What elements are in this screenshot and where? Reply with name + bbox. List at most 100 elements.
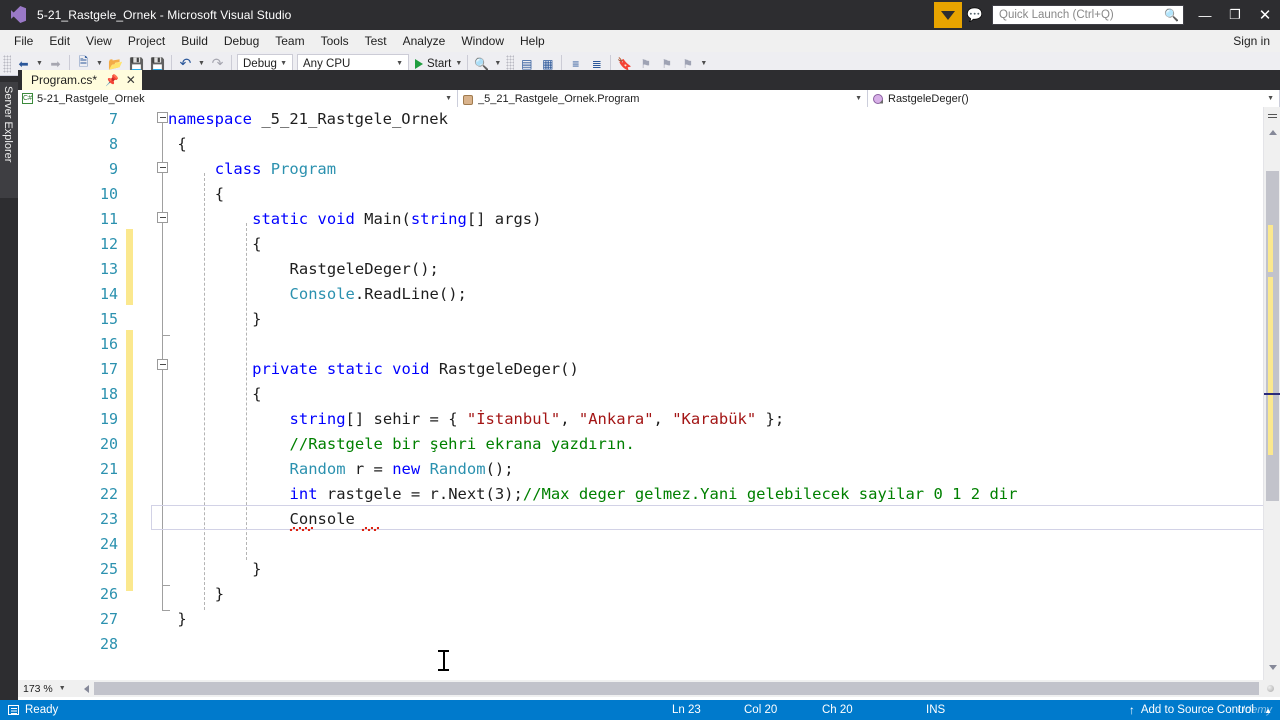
code-line-text: Console.ReadLine();	[290, 282, 467, 307]
add-to-source-control-button[interactable]: ↑ Add to Source Control	[1129, 703, 1254, 717]
feedback-icon[interactable]: 💬	[962, 2, 988, 28]
code-token: static	[326, 360, 383, 378]
code-token: Console	[289, 510, 355, 528]
code-line[interactable]: 15}	[18, 307, 1263, 332]
code-line[interactable]: 22 int rastgele = r.Next(3);//Max deger g…	[18, 482, 1263, 507]
navbar-project-value: 5-21_Rastgele_Ornek	[37, 92, 145, 105]
tab-program-cs[interactable]: Program.cs* 📌 ✕	[22, 70, 142, 90]
quick-launch-placeholder: Quick Launch (Ctrl+Q)	[999, 9, 1114, 21]
code-line[interactable]: 11 static void Main(string[] args)	[18, 207, 1263, 232]
minimize-button[interactable]: —	[1190, 0, 1220, 30]
code-token: [] sehir = {	[345, 410, 467, 428]
code-line[interactable]: 21 Random r = new Random();	[18, 457, 1263, 482]
funnel-icon[interactable]	[934, 2, 962, 34]
horizontal-scroll-thumb[interactable]	[94, 682, 1259, 695]
code-line[interactable]: 18 {	[18, 382, 1263, 407]
sidebar-item-server-explorer[interactable]: Server Explorer	[0, 82, 18, 198]
quick-launch-input[interactable]: Quick Launch (Ctrl+Q) 🔍	[992, 5, 1184, 25]
chevron-up-icon[interactable]: ▲	[1264, 706, 1272, 715]
code-line[interactable]: 26}	[18, 582, 1263, 607]
code-token: "Karabük"	[672, 410, 757, 428]
scroll-up-icon[interactable]	[1264, 124, 1280, 140]
title-bar-right-group: 💬 Quick Launch (Ctrl+Q) 🔍 — ❐ ✕	[934, 0, 1280, 34]
undo-dropdown-icon[interactable]: ▼	[196, 60, 207, 67]
menu-item-edit[interactable]: Edit	[41, 32, 78, 50]
menu-item-debug[interactable]: Debug	[216, 32, 267, 50]
zoom-level-dropdown[interactable]: 173 % ▼	[18, 680, 78, 697]
menu-item-build[interactable]: Build	[173, 32, 216, 50]
menu-item-help[interactable]: Help	[512, 32, 553, 50]
menu-item-file[interactable]: File	[6, 32, 41, 50]
add-to-source-control-label: Add to Source Control	[1140, 704, 1254, 716]
code-line[interactable]: 19 string[] sehir = { "İstanbul", "Ankara…	[18, 407, 1263, 432]
line-number: 14	[99, 285, 118, 303]
restore-button[interactable]: ❐	[1220, 0, 1250, 30]
menu-item-project[interactable]: Project	[120, 32, 173, 50]
line-number: 26	[99, 585, 118, 603]
navbar-project-dropdown[interactable]: C# 5-21_Rastgele_Ornek ▼	[18, 90, 458, 107]
close-icon[interactable]: ✕	[126, 73, 136, 87]
code-line[interactable]: 8{	[18, 132, 1263, 157]
status-bar: Ready Ln 23 Col 20 Ch 20 INS ↑ Add to So…	[0, 700, 1280, 720]
status-line-number: Ln 23	[672, 704, 701, 716]
split-view-icon[interactable]	[1264, 107, 1280, 122]
code-line[interactable]: 25}	[18, 557, 1263, 582]
new-project-dropdown-icon[interactable]: ▼	[94, 60, 105, 67]
code-line[interactable]: 9 class Program	[18, 157, 1263, 182]
code-line[interactable]: 16	[18, 332, 1263, 357]
menu-item-team[interactable]: Team	[267, 32, 312, 50]
chevron-down-icon: ▼	[396, 60, 403, 67]
line-number: 23	[99, 510, 118, 528]
navigate-back-dropdown-icon[interactable]: ▼	[34, 60, 45, 67]
method-icon	[872, 93, 884, 105]
line-number: 27	[99, 610, 118, 628]
status-column-number: Col 20	[744, 704, 778, 716]
menu-item-view[interactable]: View	[78, 32, 120, 50]
menu-item-test[interactable]: Test	[357, 32, 395, 50]
scroll-down-icon[interactable]	[1264, 659, 1280, 675]
code-line[interactable]: 20 //Rastgele bir şehri ekrana yazdırın.	[18, 432, 1263, 457]
start-dropdown-icon[interactable]: ▼	[453, 60, 464, 67]
menu-item-analyze[interactable]: Analyze	[395, 32, 454, 50]
code-line[interactable]: 12 {	[18, 232, 1263, 257]
code-token: r =	[345, 460, 393, 478]
server-explorer-label: Server Explorer	[2, 86, 14, 163]
document-tab-strip: Program.cs* 📌 ✕	[18, 70, 1280, 90]
code-token: }	[177, 610, 187, 628]
navbar-type-dropdown[interactable]: _5_21_Rastgele_Ornek.Program ▼	[458, 90, 868, 107]
build-configuration-value: Debug	[243, 57, 277, 70]
code-line[interactable]: 10 {	[18, 182, 1263, 207]
code-line-text: static void Main(string[] args)	[252, 207, 541, 232]
code-editor[interactable]: 7 namespace _5_21_Rastgele_Ornek 8{9 class …	[18, 107, 1263, 680]
pin-icon[interactable]: 📌	[105, 74, 119, 87]
code-line[interactable]: 24	[18, 532, 1263, 557]
menu-item-tools[interactable]: Tools	[313, 32, 357, 50]
code-line[interactable]: 13 RastgeleDeger();	[18, 257, 1263, 282]
line-number: 10	[99, 185, 118, 203]
code-line[interactable]: 28	[18, 632, 1263, 657]
code-line[interactable]: 17 private static void RastgeleDeger()	[18, 357, 1263, 382]
code-line[interactable]: 14 Console.ReadLine();	[18, 282, 1263, 307]
sign-in-link[interactable]: Sign in	[1233, 34, 1270, 48]
line-number: 8	[108, 135, 118, 153]
scrollbar-change-mark	[1268, 225, 1273, 272]
code-token: Program	[270, 160, 337, 178]
chevron-down-icon: ▼	[855, 95, 862, 102]
code-token: }	[252, 310, 262, 328]
menu-item-window[interactable]: Window	[453, 32, 512, 50]
code-line[interactable]: 7 namespace _5_21_Rastgele_Ornek	[18, 107, 1263, 132]
code-line-text: {	[215, 182, 224, 207]
editor-vertical-scrollbar[interactable]	[1263, 107, 1280, 680]
toolbar-overflow-icon[interactable]: ▼	[698, 60, 709, 67]
navbar-member-dropdown[interactable]: RastgeleDeger() ▼	[868, 90, 1280, 107]
code-line-text: }	[252, 557, 261, 582]
scroll-left-icon[interactable]	[78, 680, 94, 697]
line-number: 7	[108, 110, 118, 128]
code-token: "Ankara"	[578, 410, 654, 428]
code-line-text: string[] sehir = { "İstanbul", "Ankara",…	[290, 407, 785, 432]
close-button[interactable]: ✕	[1250, 0, 1280, 30]
toolbar-grip[interactable]	[3, 54, 11, 73]
code-line[interactable]: 27}	[18, 607, 1263, 632]
find-dropdown-icon[interactable]: ▼	[492, 60, 503, 67]
code-line[interactable]: 23 Console	[18, 507, 1263, 532]
